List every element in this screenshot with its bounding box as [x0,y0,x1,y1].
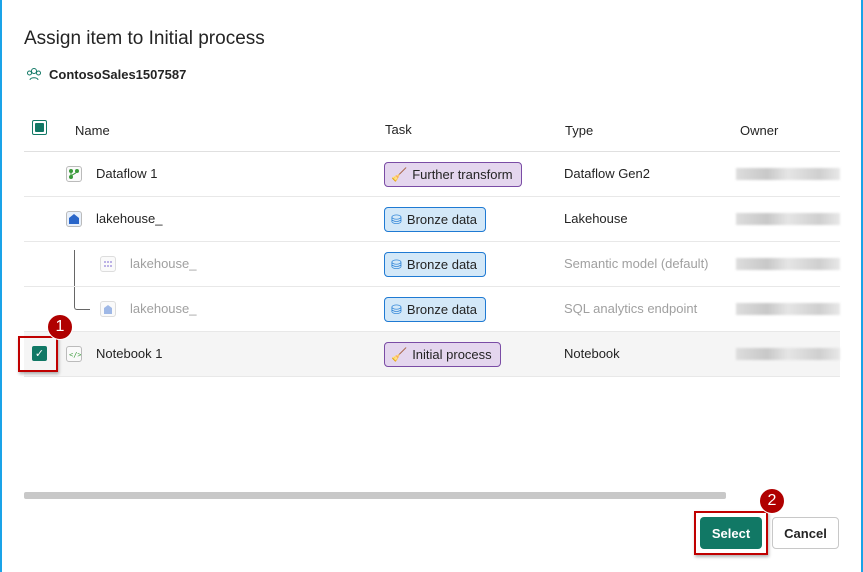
item-name[interactable]: lakehouse_ [130,256,197,271]
item-type: Lakehouse [564,211,628,226]
callout-badge: 2 [759,488,785,514]
notebook-icon: </> [66,346,82,362]
task-tag[interactable]: ⛁ Bronze data [384,297,487,322]
owner-redacted [736,258,840,270]
database-icon: ⛁ [391,301,402,317]
table-header: Name Task Type Owner [24,120,840,152]
workspace-label: ContosoSales1507587 [26,66,186,82]
task-tag[interactable]: 🧹 Further transform [384,162,522,187]
column-name[interactable]: Name [75,123,110,138]
item-type: Dataflow Gen2 [564,166,650,181]
task-label: Further transform [412,167,513,182]
dataflow-icon [66,166,82,182]
item-name[interactable]: Dataflow 1 [96,166,157,181]
task-label: Initial process [412,347,492,362]
owner-redacted [736,213,840,225]
column-task[interactable]: Task [385,122,412,137]
semantic-model-icon [100,256,116,272]
item-type: SQL analytics endpoint [564,301,698,316]
table-row[interactable]: lakehouse_ ⛁ Bronze data Semantic model (… [24,242,840,287]
owner-redacted [736,303,840,315]
sql-endpoint-icon [100,301,116,317]
task-label: Bronze data [406,257,478,272]
workspace-name: ContosoSales1507587 [49,66,187,82]
task-tag[interactable]: ⛁ Bronze data [384,252,487,277]
dialog-title: Assign item to Initial process [24,28,265,49]
broom-icon: 🧹 [391,346,408,362]
svg-text:</>: </> [69,351,81,359]
task-tag[interactable]: ⛁ Bronze data [384,207,487,232]
workspace-icon [27,68,41,81]
owner-redacted [736,168,840,180]
database-icon: ⛁ [391,256,402,272]
item-name[interactable]: Notebook 1 [96,346,163,361]
table-row[interactable]: lakehouse_ ⛁ Bronze data Lakehouse [24,197,840,242]
task-label: Bronze data [406,302,478,317]
item-name[interactable]: lakehouse_ [130,301,197,316]
table-row[interactable]: </> Notebook 1 🧹 Initial process Notebook [24,332,840,377]
owner-redacted [736,348,840,360]
select-all-checkbox[interactable] [32,120,47,135]
item-type: Semantic model (default) [564,256,709,271]
highlight-box [18,336,58,372]
database-icon: ⛁ [391,211,402,227]
table-row[interactable]: lakehouse_ ⛁ Bronze data SQL analytics en… [24,287,840,332]
broom-icon: 🧹 [391,166,408,182]
cancel-button[interactable]: Cancel [772,517,839,549]
task-label: Bronze data [406,212,478,227]
lakehouse-icon [66,211,82,227]
table-row[interactable]: Dataflow 1 🧹 Further transform Dataflow G… [24,152,840,197]
column-owner[interactable]: Owner [740,123,778,138]
window-edge [0,0,2,572]
callout-badge: 1 [47,314,73,340]
column-type[interactable]: Type [565,123,593,138]
horizontal-scrollbar[interactable] [24,492,726,499]
item-type: Notebook [564,346,620,361]
highlight-box [694,511,768,555]
item-name[interactable]: lakehouse_ [96,211,163,226]
task-tag[interactable]: 🧹 Initial process [384,342,501,367]
